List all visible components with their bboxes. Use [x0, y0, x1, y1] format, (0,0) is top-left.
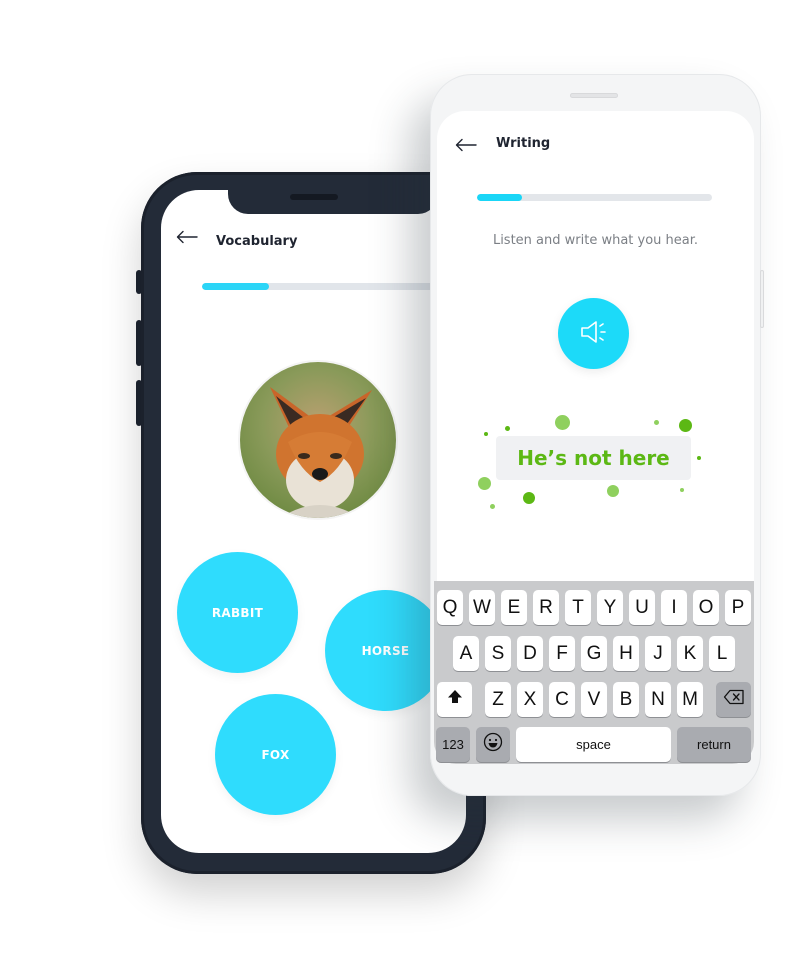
- key-i[interactable]: I: [661, 590, 687, 625]
- lesson-progress-bar: [202, 283, 442, 290]
- confetti-dot: [490, 504, 495, 509]
- earpiece: [570, 93, 618, 98]
- writing-back-button[interactable]: [455, 137, 477, 156]
- choice-rabbit[interactable]: RABBIT: [177, 552, 298, 673]
- key-l[interactable]: L: [709, 636, 735, 671]
- arrow-left-icon: [455, 137, 477, 156]
- key-q[interactable]: Q: [437, 590, 463, 625]
- key-y[interactable]: Y: [597, 590, 623, 625]
- key-v[interactable]: V: [581, 682, 607, 717]
- space-key[interactable]: space: [516, 727, 671, 762]
- key-h[interactable]: H: [613, 636, 639, 671]
- emoji-key[interactable]: [476, 727, 510, 762]
- key-n[interactable]: N: [645, 682, 671, 717]
- key-o[interactable]: O: [693, 590, 719, 625]
- numbers-key[interactable]: 123: [436, 727, 470, 762]
- confetti-dot: [679, 419, 692, 432]
- key-f[interactable]: F: [549, 636, 575, 671]
- confetti-dot: [555, 415, 570, 430]
- progress-fill: [202, 283, 270, 290]
- key-s[interactable]: S: [485, 636, 511, 671]
- return-key[interactable]: return: [677, 727, 751, 762]
- key-r[interactable]: R: [533, 590, 559, 625]
- progress-fill: [477, 194, 522, 201]
- play-audio-button[interactable]: [558, 298, 629, 369]
- arrow-left-icon: [176, 230, 198, 244]
- key-w[interactable]: W: [469, 590, 495, 625]
- backspace-key[interactable]: [716, 682, 751, 717]
- shift-key[interactable]: [437, 682, 472, 717]
- key-z[interactable]: Z: [485, 682, 511, 717]
- key-e[interactable]: E: [501, 590, 527, 625]
- choice-fox[interactable]: FOX: [215, 694, 336, 815]
- confetti-dot: [484, 432, 488, 436]
- key-j[interactable]: J: [645, 636, 671, 671]
- phone-notch: [228, 186, 438, 214]
- earpiece: [290, 194, 338, 200]
- key-d[interactable]: D: [517, 636, 543, 671]
- confetti-dot: [654, 420, 659, 425]
- speaker-icon: [579, 319, 609, 349]
- page-title: Writing: [496, 136, 551, 151]
- key-k[interactable]: K: [677, 636, 703, 671]
- key-u[interactable]: U: [629, 590, 655, 625]
- key-g[interactable]: G: [581, 636, 607, 671]
- choice-horse[interactable]: HORSE: [325, 590, 446, 711]
- shift-icon: [447, 689, 463, 711]
- confetti-dot: [697, 456, 701, 460]
- confetti-dot: [478, 477, 491, 490]
- confetti-dot: [523, 492, 535, 504]
- lesson-progress-bar: [477, 194, 712, 201]
- key-t[interactable]: T: [565, 590, 591, 625]
- confetti-dot: [680, 488, 684, 492]
- answer-text: He’s not here: [496, 436, 691, 480]
- key-m[interactable]: M: [677, 682, 703, 717]
- key-p[interactable]: P: [725, 590, 751, 625]
- backspace-icon: [723, 689, 745, 711]
- key-a[interactable]: A: [453, 636, 479, 671]
- confetti-dot: [505, 426, 510, 431]
- power-button: [760, 270, 764, 328]
- key-b[interactable]: B: [613, 682, 639, 717]
- vocabulary-back-button[interactable]: [176, 230, 198, 244]
- confetti-dot: [607, 485, 619, 497]
- key-x[interactable]: X: [517, 682, 543, 717]
- page-title: Vocabulary: [216, 234, 298, 249]
- fox-photo: [240, 362, 396, 518]
- emoji-icon: [483, 732, 503, 758]
- instruction-text: Listen and write what you hear.: [492, 233, 699, 248]
- key-c[interactable]: C: [549, 682, 575, 717]
